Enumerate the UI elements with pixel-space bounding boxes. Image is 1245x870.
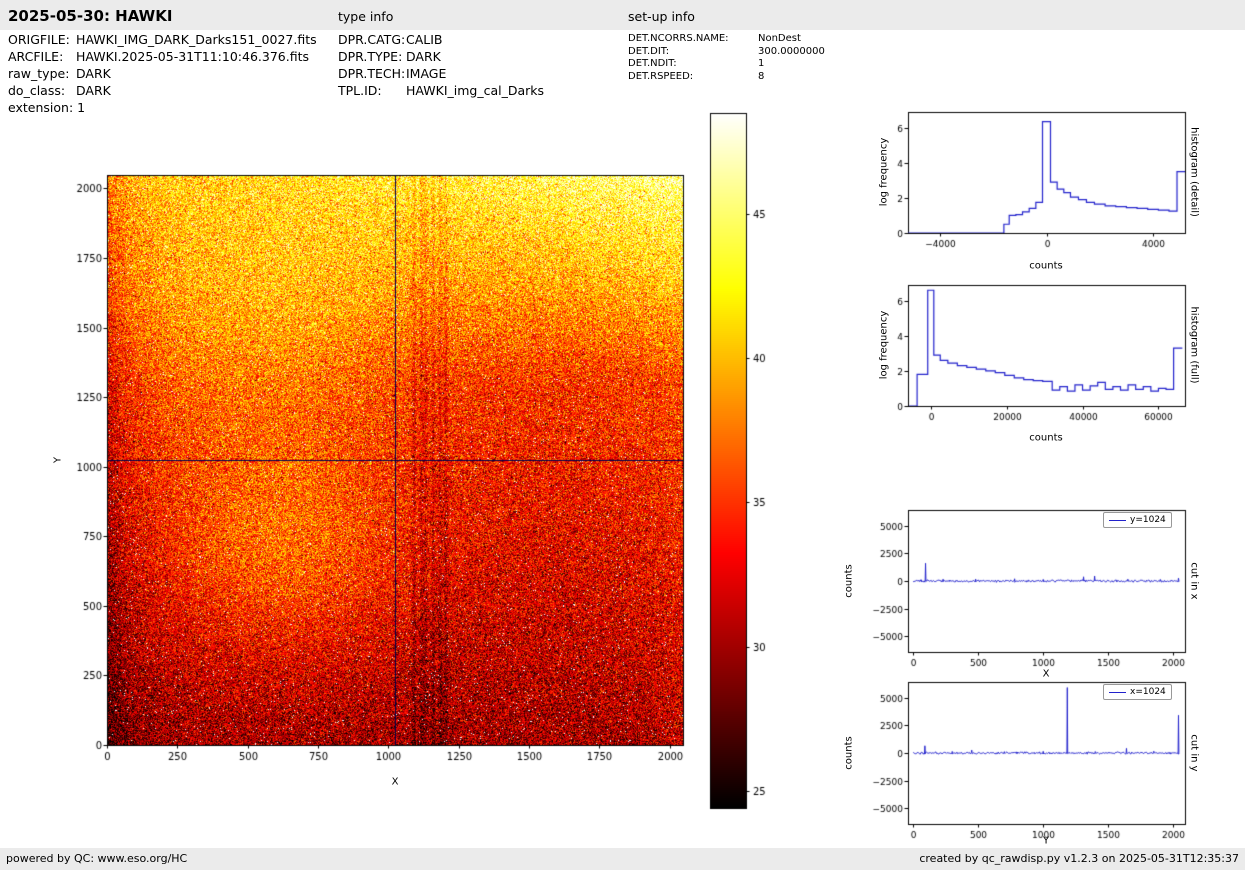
meta-extension: extension: 1 [8, 100, 86, 115]
footer-created-by: created by qc_rawdisp.py v1.2.3 on 2025-… [919, 852, 1239, 865]
meta-raw-type: raw_type: DARK [8, 66, 111, 81]
setup-info-block: DET.NCORRS.NAME: NonDest DET.DIT: 300.0000… [628, 33, 825, 83]
meta-do-class: do_class: DARK [8, 83, 111, 98]
meta-dpr-catg: DPR.CATG:CALIB [338, 32, 443, 47]
hist-full-ylabel: log frequency [878, 310, 890, 380]
meta-tpl-id: TPL.ID: HAWKI_img_cal_Darks [338, 83, 545, 98]
cut-x-legend-label: y=1024 [1130, 515, 1166, 525]
file-metadata-block: ORIGFILE: HAWKI_IMG_DARK_Darks151_0027.fi… [8, 31, 317, 116]
cut-y-title: cut in y [1188, 734, 1200, 772]
detector-image-canvas [60, 160, 705, 805]
cut-y-xlabel: Y [1042, 835, 1050, 847]
hist-detail-title: histogram (detail) [1188, 127, 1200, 217]
meta-det-rspeed: DET.RSPEED: 8 [628, 70, 765, 82]
colorbar-canvas [705, 108, 790, 823]
meta-dpr-type: DPR.TYPE: DARK [338, 49, 441, 64]
setup-info-heading: set-up info [628, 9, 695, 24]
main-xaxis-label: X [391, 776, 399, 788]
meta-dpr-tech: DPR.TECH:IMAGE [338, 66, 447, 81]
cut-y-legend-label: x=1024 [1130, 687, 1166, 697]
meta-origfile: ORIGFILE: HAWKI_IMG_DARK_Darks151_0027.fi… [8, 32, 317, 47]
meta-det-ndit: DET.NDIT: 1 [628, 58, 765, 69]
cut-x-xlabel: X [1042, 668, 1050, 680]
meta-det-dit: DET.DIT: 300.0000000 [628, 45, 825, 57]
legend-line-sample [1109, 691, 1126, 693]
histogram-detail-canvas [858, 100, 1203, 250]
meta-det-ncorrs: DET.NCORRS.NAME: NonDest [628, 33, 801, 44]
hist-full-xlabel: counts [1029, 432, 1063, 444]
hist-detail-ylabel: log frequency [878, 137, 890, 207]
cut-y-legend: x=1024 [1103, 684, 1172, 700]
cut-x-title: cut in x [1188, 562, 1200, 600]
histogram-full-canvas [858, 273, 1203, 423]
hist-detail-xlabel: counts [1029, 260, 1063, 272]
cut-x-ylabel: counts [843, 564, 855, 598]
cut-x-legend: y=1024 [1103, 512, 1172, 528]
header-bar [0, 0, 1245, 30]
cut-y-ylabel: counts [843, 736, 855, 770]
legend-line-sample [1109, 519, 1126, 521]
type-info-block: DPR.CATG:CALIB DPR.TYPE: DARK DPR.TECH:IM… [338, 31, 544, 99]
hist-full-title: histogram (full) [1188, 306, 1200, 384]
type-info-heading: type info [338, 9, 394, 24]
qc-report-page: 2025-05-30: HAWKI type info set-up info … [0, 0, 1245, 870]
meta-arcfile: ARCFILE: HAWKI.2025-05-31T11:10:46.376.fi… [8, 49, 309, 64]
page-title: 2025-05-30: HAWKI [8, 7, 173, 25]
main-yaxis-label: Y [52, 456, 64, 464]
footer-powered-by: powered by QC: www.eso.org/HC [6, 852, 188, 865]
